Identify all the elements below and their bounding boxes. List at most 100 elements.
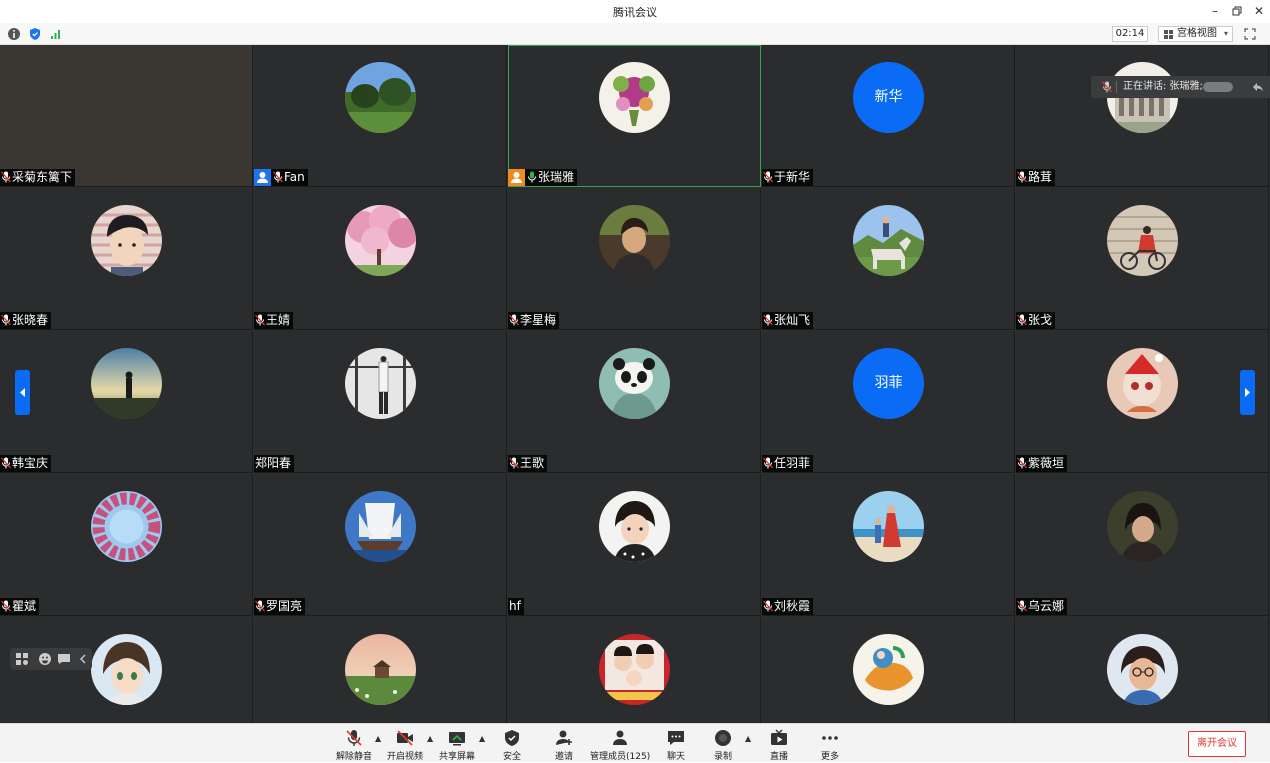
participant-name: 于新华 — [774, 170, 811, 184]
reply-icon[interactable] — [1251, 80, 1265, 94]
security-button[interactable]: 安全 — [482, 724, 542, 763]
live-icon — [771, 729, 787, 745]
participant-tile[interactable]: hf — [508, 474, 761, 616]
participant-tile[interactable] — [0, 617, 253, 723]
participant-name: 任羽菲 — [774, 456, 811, 470]
manage-members-button[interactable]: 管理成员(125) — [590, 724, 650, 763]
participant-tile[interactable]: 路茸 — [1016, 45, 1269, 187]
avatar: 羽菲 — [853, 348, 924, 419]
chat-icon[interactable] — [57, 652, 71, 666]
participant-nametag: 采菊东篱下 — [0, 169, 76, 186]
mic-muted-icon — [273, 171, 283, 183]
participant-nametag: 于新华 — [762, 169, 814, 186]
mic-muted-icon — [1017, 600, 1027, 612]
participant-tile[interactable]: 瞿斌 — [0, 474, 253, 616]
control-bar: 解除静音 ▲ 开启视频 ▲ 共享屏幕 ▲ 安全 邀请 管理成员(125) 聊天 … — [0, 723, 1270, 762]
mic-muted-icon — [255, 314, 265, 326]
more-button[interactable]: 更多 — [800, 724, 860, 763]
chevron-left-icon — [20, 388, 25, 397]
mic-muted-icon — [763, 171, 773, 183]
participant-name: 张晓春 — [12, 313, 49, 327]
participant-nametag: 郑阳春 — [254, 455, 295, 472]
next-page-button[interactable] — [1240, 370, 1255, 415]
avatar — [1107, 634, 1178, 705]
participant-nametag: 张晓春 — [0, 312, 52, 329]
participant-name: 张戈 — [1028, 313, 1053, 327]
close-button[interactable]: ✕ — [1248, 2, 1270, 20]
window-title: 腾讯会议 — [613, 6, 657, 19]
avatar — [345, 205, 416, 276]
leave-meeting-button[interactable]: 离开会议 — [1188, 731, 1246, 757]
participant-tile[interactable]: 紫薇垣 — [1016, 331, 1269, 473]
participant-name: 紫薇垣 — [1028, 456, 1065, 470]
avatar — [599, 348, 670, 419]
participant-tile[interactable] — [254, 617, 507, 723]
signal-icon[interactable] — [49, 27, 63, 41]
participant-tile[interactable]: 王婧 — [254, 188, 507, 330]
participant-nametag: 张灿飞 — [762, 312, 814, 329]
mic-muted-icon — [1017, 171, 1027, 183]
floating-toolbar — [10, 648, 92, 670]
participant-tile[interactable]: 刘秋霞 — [762, 474, 1015, 616]
participant-name: 王婧 — [266, 313, 291, 327]
avatar — [91, 491, 162, 562]
avatar — [853, 491, 924, 562]
participant-name: 瞿斌 — [12, 599, 37, 613]
participant-tile[interactable]: 张灿飞 — [762, 188, 1015, 330]
members-icon — [613, 730, 627, 745]
avatar — [345, 634, 416, 705]
add-user-icon — [556, 730, 572, 745]
participant-nametag: 乌云娜 — [1016, 598, 1068, 615]
more-icon — [822, 736, 838, 740]
participant-tile[interactable]: 羽菲任羽菲 — [762, 331, 1015, 473]
participant-tile[interactable]: 张瑞雅 — [508, 45, 761, 187]
mic-muted-icon — [1, 314, 11, 326]
shield-icon[interactable] — [28, 27, 42, 41]
restore-button[interactable] — [1226, 2, 1248, 20]
emoji-icon[interactable] — [38, 652, 52, 666]
participant-tile[interactable]: 郑阳春 — [254, 331, 507, 473]
participant-tile[interactable]: 乌云娜 — [1016, 474, 1269, 616]
prev-page-button[interactable] — [15, 370, 30, 415]
avatar — [1107, 348, 1178, 419]
participant-nametag: 韩宝庆 — [0, 455, 52, 472]
participant-tile[interactable] — [508, 617, 761, 723]
participant-tile[interactable]: 罗国亮 — [254, 474, 507, 616]
layout-icon[interactable] — [15, 652, 29, 666]
view-label: 宫格视图 — [1177, 28, 1217, 39]
participant-name: 王歌 — [520, 456, 545, 470]
participant-name: 罗国亮 — [266, 599, 303, 613]
avatar — [1107, 205, 1178, 276]
mic-muted-icon — [763, 314, 773, 326]
participant-nametag: Fan — [254, 169, 308, 186]
avatar — [345, 62, 416, 133]
view-switch-button[interactable]: 宫格视图 ▾ — [1158, 26, 1233, 42]
speaking-text: 正在讲话: 张瑞雅; — [1123, 81, 1203, 92]
video-grid: 采菊东篱下 Fan 张瑞雅 新华 于新华 路茸张晓春 王婧 李星梅 张灿飞 张戈韩宝庆 郑阳春 王歌 羽… — [0, 45, 1270, 723]
participant-tile[interactable]: 韩宝庆 — [0, 331, 253, 473]
participant-name: 张瑞雅 — [538, 170, 575, 184]
participant-nametag: hf — [508, 598, 524, 615]
chevron-left-icon[interactable] — [76, 652, 90, 666]
participant-nametag: 瞿斌 — [0, 598, 40, 615]
avatar — [853, 205, 924, 276]
participant-tile[interactable] — [762, 617, 1015, 723]
minimize-button[interactable]: – — [1204, 2, 1226, 20]
participant-name: 采菊东篱下 — [12, 170, 73, 184]
invite-button[interactable]: 邀请 — [534, 724, 594, 763]
participant-tile[interactable]: 新华 于新华 — [762, 45, 1015, 187]
shield-icon — [505, 730, 519, 746]
participant-tile[interactable] — [1016, 617, 1269, 723]
mic-muted-icon — [763, 457, 773, 469]
participant-tile[interactable]: 张戈 — [1016, 188, 1269, 330]
participant-tile[interactable]: 李星梅 — [508, 188, 761, 330]
participant-tile[interactable]: 采菊东篱下 — [0, 45, 253, 187]
participant-nametag: 张戈 — [1016, 312, 1056, 329]
participant-nametag: 刘秋霞 — [762, 598, 814, 615]
speaking-indicator: 正在讲话: 张瑞雅; — [1091, 76, 1270, 98]
participant-tile[interactable]: 张晓春 — [0, 188, 253, 330]
participant-tile[interactable]: 王歌 — [508, 331, 761, 473]
fullscreen-icon[interactable] — [1244, 28, 1256, 40]
participant-tile[interactable]: Fan — [254, 45, 507, 187]
info-icon[interactable] — [7, 27, 21, 41]
